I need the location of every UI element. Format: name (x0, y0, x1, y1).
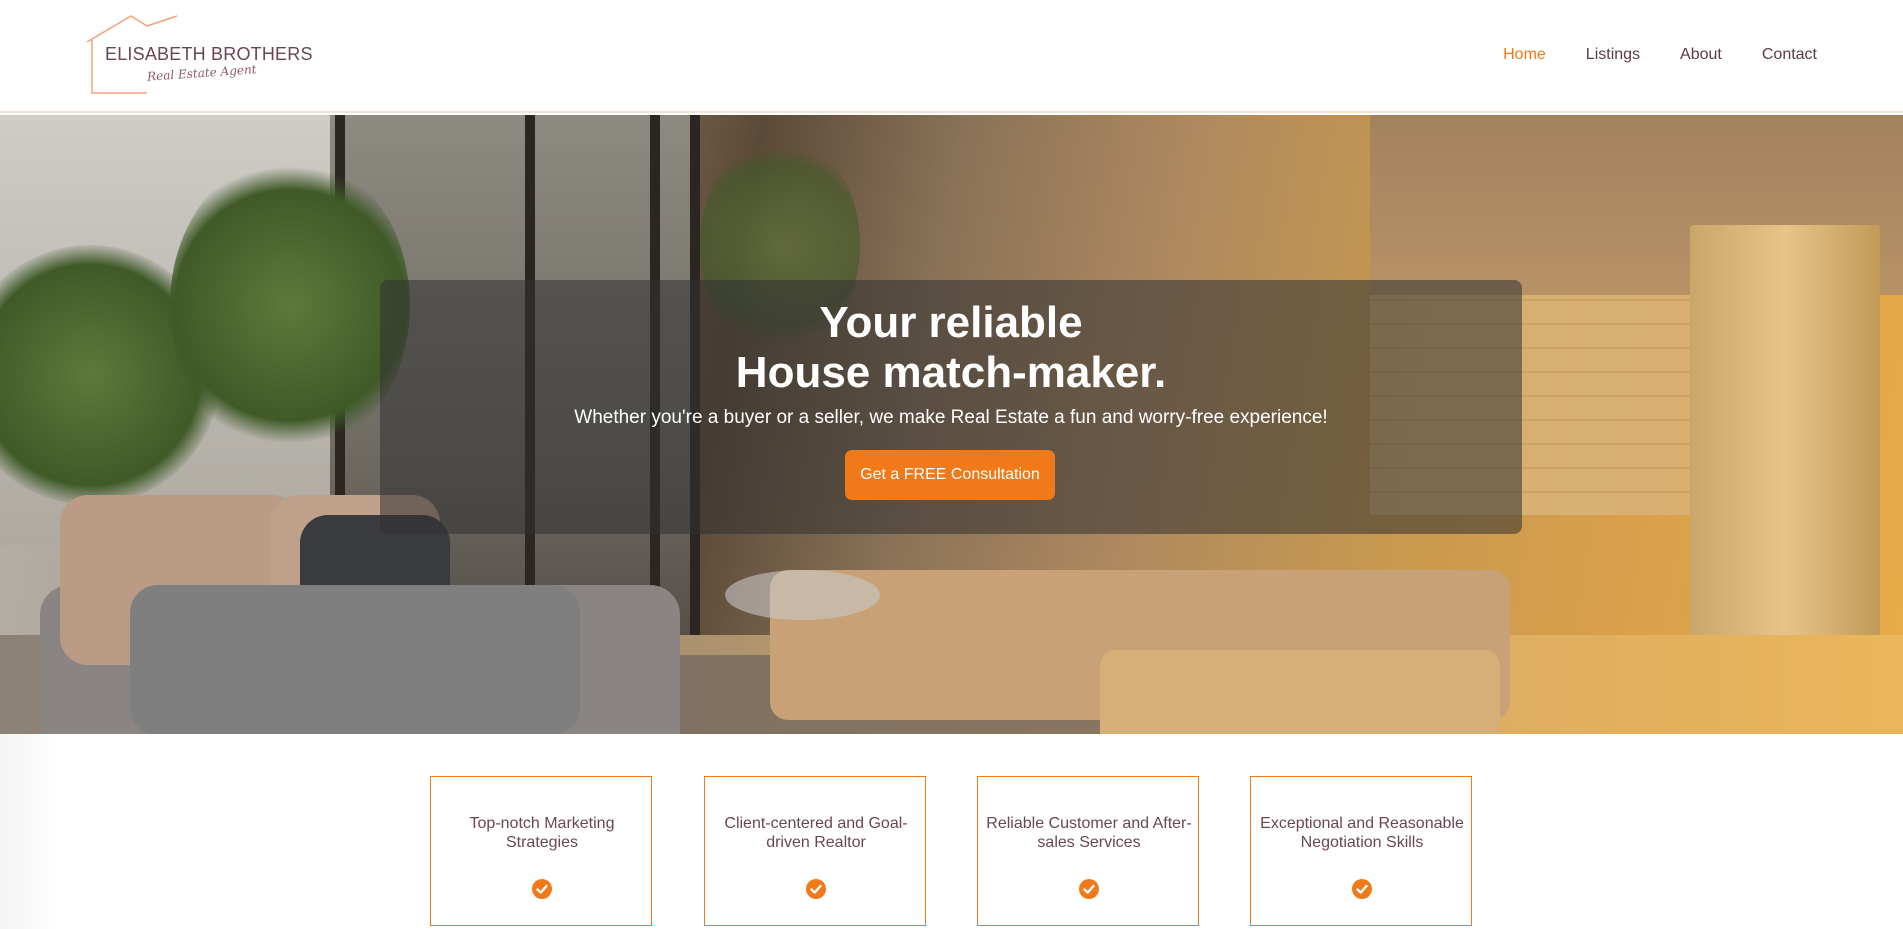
hero-section: Your reliable House match-maker. Whether… (0, 115, 1903, 734)
brand-logo[interactable]: ELISABETH BROTHERS Real Estate Agent (85, 14, 312, 96)
check-circle-icon (1079, 879, 1099, 899)
hero-title-line-2: House match-maker. (735, 348, 1167, 397)
hero-overlay: Your reliable House match-maker. Whether… (380, 280, 1522, 534)
nav-contact[interactable]: Contact (1762, 46, 1817, 64)
features-section: Top-notch Marketing Strategies Client-ce… (0, 734, 1903, 929)
nav-home[interactable]: Home (1503, 46, 1546, 64)
check-circle-icon (806, 879, 826, 899)
check-circle-icon (1352, 879, 1372, 899)
feature-card: Exceptional and Reasonable Negotiation S… (1250, 776, 1472, 926)
hero-subtitle: Whether you're a buyer or a seller, we m… (574, 407, 1328, 428)
feature-text: Reliable Customer and After-sales Servic… (986, 815, 1192, 851)
brand-name: ELISABETH BROTHERS (105, 44, 313, 64)
free-consultation-button[interactable]: Get a FREE Consultation (845, 450, 1055, 500)
feature-text: Exceptional and Reasonable Negotiation S… (1260, 815, 1464, 851)
feature-card: Top-notch Marketing Strategies (430, 776, 652, 926)
main-nav: Home Listings About Contact (1503, 46, 1817, 64)
hero-title-line-1: Your reliable (819, 298, 1083, 347)
site-header: ELISABETH BROTHERS Real Estate Agent Hom… (0, 0, 1903, 113)
hero-title: Your reliable House match-maker. (380, 298, 1522, 398)
feature-card: Reliable Customer and After-sales Servic… (977, 776, 1199, 926)
check-circle-icon (532, 879, 552, 899)
nav-about[interactable]: About (1680, 46, 1722, 64)
feature-text: Top-notch Marketing Strategies (469, 815, 615, 851)
feature-card: Client-centered and Goal-driven Realtor (704, 776, 926, 926)
feature-text: Client-centered and Goal-driven Realtor (724, 815, 908, 851)
nav-listings[interactable]: Listings (1586, 46, 1640, 64)
